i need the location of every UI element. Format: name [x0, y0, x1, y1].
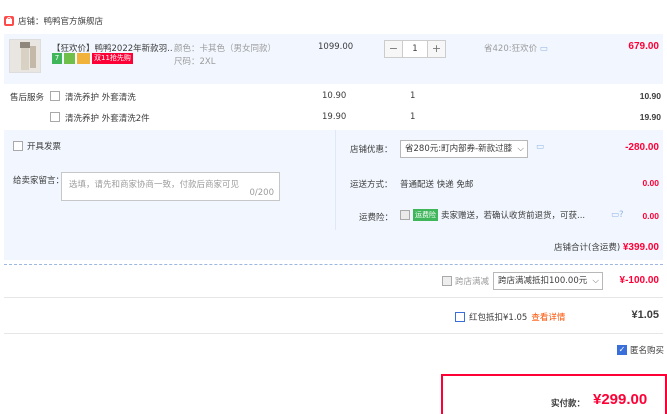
service-total-1: 10.90 [639, 91, 661, 101]
message-textarea[interactable]: 选填，请先和商家协商一致，付款后商家可见 0/200 [61, 172, 280, 201]
chevron-down-icon: ⌵ [517, 144, 524, 154]
invoice-checkbox[interactable] [13, 141, 23, 151]
badge-7day: 7 [52, 53, 62, 64]
divider-line [4, 297, 663, 298]
insurance-amount: 0.00 [642, 211, 659, 221]
item-subtotal: 679.00 [628, 41, 659, 52]
shop-total-label: 店铺合计(含运费) [554, 243, 621, 253]
divider-line-2 [4, 333, 663, 334]
service-label-1: 清洗养护 外套清洗 [65, 93, 136, 103]
red-packet-detail-link[interactable]: 查看详情 [531, 311, 565, 323]
anonymous-checkbox[interactable]: ✓ [617, 345, 627, 355]
service-qty-1: 1 [410, 91, 416, 101]
card-icon [77, 53, 90, 64]
info-icon[interactable]: ▭ [540, 44, 548, 54]
anonymous-option: ✓ 匿名购买 [617, 344, 664, 356]
shop-label: 店铺： [18, 17, 44, 27]
insurance-help-icon[interactable]: ▭? [611, 210, 624, 220]
insurance-row: 运费险 卖家赠送，若确认收货前退货，可获... [400, 209, 585, 221]
shop-total: 店铺合计(含运费) ¥399.00 [554, 241, 659, 253]
cross-store-select[interactable]: 跨店满减抵扣100.00元 ⌵ [493, 272, 603, 290]
service-price-2: 19.90 [322, 112, 347, 122]
insurance-label: 运费险： [359, 213, 394, 223]
service-checkbox-2[interactable] [50, 112, 60, 122]
shipping-label: 运送方式： [350, 180, 393, 190]
message-placeholder: 选填，请先和商家协商一致，付款后商家可见 [69, 180, 240, 190]
increase-button[interactable]: + [427, 40, 446, 58]
insurance-text: 卖家赠送，若确认收货前退货，可获... [441, 211, 586, 221]
pay-label: 实付款： [551, 399, 586, 409]
service-qty-2: 1 [410, 112, 416, 122]
service-price-1: 10.90 [322, 91, 347, 101]
chevron-down-icon: ⌵ [592, 276, 599, 286]
unit-price: 1099.00 [318, 42, 354, 52]
service-label-2: 清洗养护 外套清洗2件 [65, 114, 150, 124]
discount-note: 省420:狂欢价 ▭ [484, 42, 548, 54]
shop-total-amount: ¥399.00 [622, 242, 659, 253]
sku-color: 颜色：卡其色（男女同款） [174, 44, 277, 54]
shop-coupon-label: 店铺优惠： [350, 145, 393, 155]
payment-summary-box: 实付款： ¥299.00 [441, 374, 667, 414]
guarantee-icon [64, 53, 75, 64]
cross-store-checkbox[interactable] [442, 276, 452, 286]
sku-size: 尺码：2XL [174, 57, 216, 67]
shop-coupon-amount: -280.00 [625, 142, 659, 153]
red-packet-checkbox[interactable] [455, 312, 465, 322]
options-divider [335, 130, 336, 230]
quantity-stepper: − 1 + [384, 40, 446, 58]
cross-store-value: 跨店满减抵扣100.00元 [498, 276, 588, 286]
red-packet-label: 红包抵扣¥1.05 [469, 313, 528, 323]
service-row-1: 清洗养护 外套清洗 10.90 1 10.90 [50, 90, 663, 104]
red-packet-option: 红包抵扣¥1.05 查看详情 [455, 311, 565, 323]
product-badges: 7 双11抢先购 [52, 53, 133, 64]
invoice-label: 开具发票 [27, 142, 62, 152]
shop-icon [4, 16, 14, 26]
badge-double11: 双11抢先购 [92, 53, 133, 64]
shop-name-link[interactable]: 鸭鸭官方旗舰店 [44, 15, 104, 27]
shop-coupon-select[interactable]: 省280元:町内部券-新款过膝 ⌵ [400, 140, 528, 158]
cross-store-amount: ¥-100.00 [619, 275, 659, 286]
message-label: 给卖家留言： [13, 176, 65, 186]
shop-coupon-value: 省280元:町内部券-新款过膝 [405, 144, 513, 154]
invoice-option[interactable]: 开具发票 [13, 140, 61, 152]
shipping-value: 普通配送 快递 免邮 [400, 180, 474, 190]
insurance-tag: 运费险 [413, 209, 438, 221]
anonymous-label: 匿名购买 [630, 346, 665, 356]
discount-note-text: 省420:狂欢价 [484, 44, 538, 54]
red-packet-amount: ¥1.05 [631, 309, 659, 321]
shipping-amount: 0.00 [642, 178, 659, 188]
services-header: 售后服务 [10, 93, 45, 103]
insurance-checkbox[interactable] [400, 210, 410, 220]
cross-store-label: 跨店满减 [455, 277, 490, 287]
service-row-2: 清洗养护 外套清洗2件 19.90 1 19.90 [50, 111, 663, 125]
dashed-divider [4, 264, 663, 265]
service-checkbox-1[interactable] [50, 91, 60, 101]
pay-amount: ¥299.00 [593, 391, 648, 408]
message-counter: 0/200 [249, 188, 275, 198]
shop-header: 店铺： 鸭鸭官方旗舰店 [4, 14, 103, 28]
quantity-input[interactable]: 1 [403, 40, 427, 58]
coupon-info-icon[interactable]: ▭ [536, 142, 544, 152]
product-thumbnail[interactable] [9, 39, 41, 73]
decrease-button[interactable]: − [384, 40, 403, 58]
cross-store-option: 跨店满减 [442, 275, 489, 287]
service-total-2: 19.90 [639, 112, 661, 122]
